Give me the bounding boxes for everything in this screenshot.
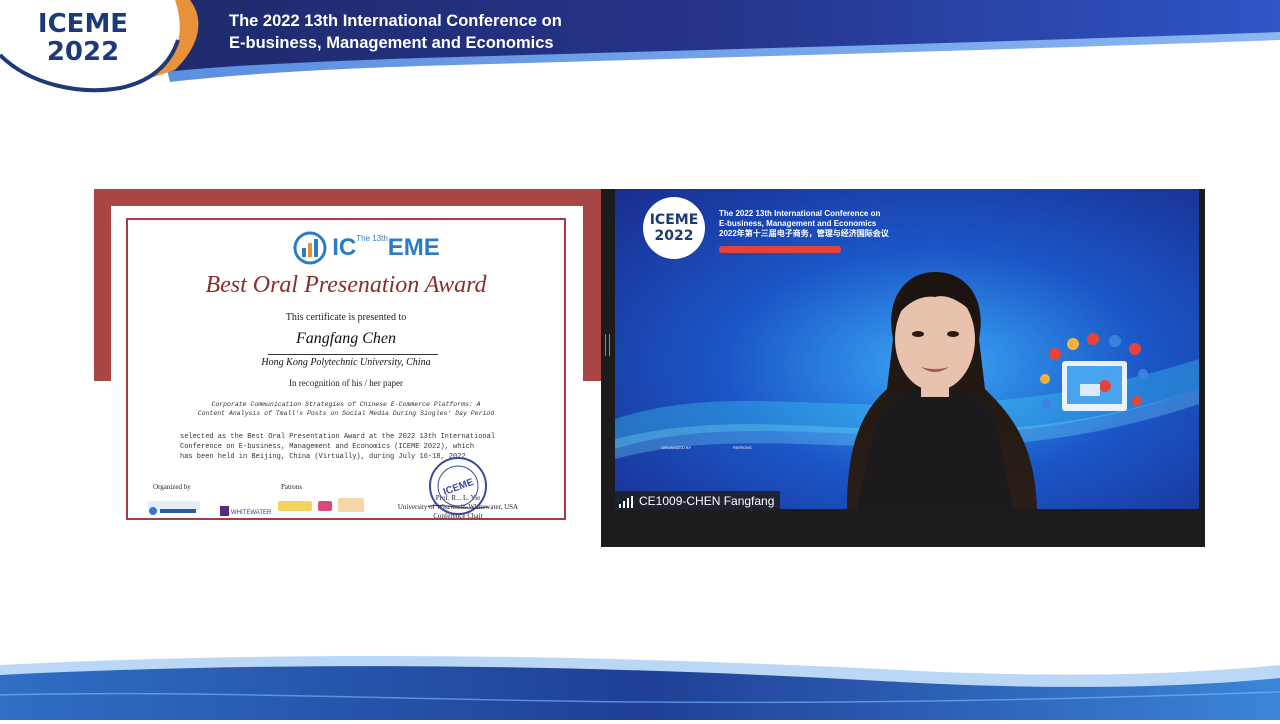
recipient-university: Hong Kong Polytechnic University, China	[261, 357, 431, 368]
patron-logo-2	[278, 501, 312, 511]
video-conference-tag	[719, 246, 841, 253]
signal-bars-icon	[619, 495, 633, 508]
organized-by-label: Organized by	[153, 483, 191, 491]
body-line2: Conference on E-business, Management and…	[180, 443, 475, 451]
organizer-logo	[148, 501, 200, 515]
patron-logo-whitewater: WHITEWATER	[220, 501, 276, 516]
whitewater-text: WHITEWATER	[231, 510, 272, 516]
video-tile[interactable]: ICEME 2022 The 2022 13th International C…	[601, 189, 1205, 547]
certificate-logo-small: The 13th	[356, 234, 388, 243]
patron-logo-3	[318, 501, 332, 511]
certificate-logo-text: ICThe 13thEME	[168, 234, 604, 262]
header-banner: ICEME 2022 The 2022 13th International C…	[0, 0, 1280, 95]
video-organized-label: ORGANIZED BY	[661, 445, 692, 450]
presented-text: This certificate is presented to	[285, 312, 407, 323]
logo-line2: 2022	[46, 37, 120, 67]
patrons-label: Patrons	[281, 483, 302, 491]
certificate-paper: ICThe 13thEME Best Oral Presenation Awar…	[111, 206, 583, 536]
body-line1: selected as the Best Oral Presentation A…	[180, 433, 496, 441]
certificate-logo-suffix: EME	[387, 234, 440, 261]
conference-title-line2: E-business, Management and Economics	[229, 34, 554, 52]
name-underline	[268, 354, 438, 355]
shared-screen-certificate: ICThe 13thEME Best Oral Presenation Awar…	[94, 189, 601, 547]
conference-title-line1: The 2022 13th International Conference o…	[229, 12, 562, 30]
participant-name: CE1009-CHEN Fangfang	[639, 494, 775, 508]
recognition-text: In recognition of his / her paper	[289, 378, 403, 388]
patron-logo-4	[338, 498, 364, 512]
award-title: Best Oral Presenation Award	[205, 272, 487, 298]
footer-background	[0, 655, 1280, 720]
video-logo-line1: ICEME	[649, 212, 699, 228]
logo-line1: ICEME	[37, 9, 129, 39]
seal-text: ICEME	[442, 477, 476, 498]
video-conf-line1: The 2022 13th International Conference o…	[719, 209, 881, 218]
banner-background	[0, 0, 1280, 93]
certificate-logo-prefix: IC	[332, 234, 357, 261]
video-logo-line2: 2022	[654, 228, 694, 244]
paper-title-line2: Content Analysis of Tmall's Posts on Soc…	[197, 410, 495, 417]
paper-title: Corporate Communication Strategies of Ch…	[128, 400, 564, 418]
certificate-frame: ICThe 13thEME Best Oral Presenation Awar…	[126, 218, 566, 520]
footer-wave	[0, 640, 1280, 720]
conference-title: The 2022 13th International Conference o…	[229, 10, 562, 54]
video-conf-line3: 2022年第十三届电子商务，管理与经济国际会议	[719, 229, 889, 238]
paper-title-line1: Corporate Communication Strategies of Ch…	[211, 401, 481, 408]
panel-resize-handle[interactable]	[605, 334, 610, 356]
video-conf-line2: E-business, Management and Economics	[719, 219, 877, 228]
participant-video: ICEME 2022 The 2022 13th International C…	[615, 189, 1199, 509]
iceme-logo: ICEME 2022	[18, 10, 148, 66]
conference-seal-icon: ICEME	[428, 457, 488, 515]
video-patrons-label: PATRONS	[733, 445, 752, 450]
participant-name-tag: CE1009-CHEN Fangfang	[615, 491, 781, 511]
recipient-name: Fangfang Chen	[296, 330, 396, 347]
video-conference-title: The 2022 13th International Conference o…	[719, 209, 889, 239]
video-iceme-logo: ICEME 2022	[643, 197, 705, 259]
